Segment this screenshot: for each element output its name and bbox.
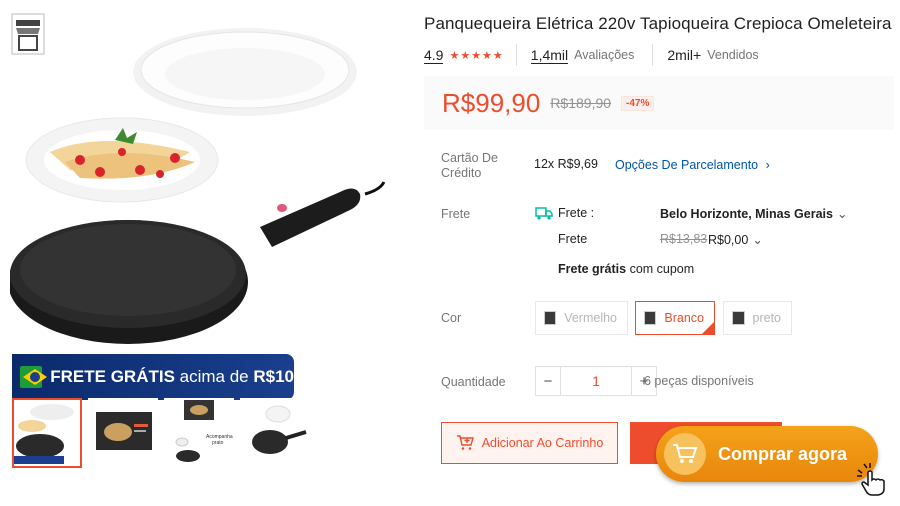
shipping-destination[interactable]: Belo Horizonte, Minas Gerais ⌄ [660, 206, 847, 221]
free-shipping-rest: com cupom [626, 262, 695, 276]
installment-options-link[interactable]: Opções De Parcelamento › [615, 158, 770, 172]
thumbnail-strip: Acompanha prato [12, 398, 310, 468]
sold-count: 2mil+ [667, 47, 702, 63]
buy-now-label: Comprar agora [718, 443, 848, 464]
product-title: Panquequeira Elétrica 220v Tapioqueira C… [424, 14, 892, 33]
quantity-input[interactable]: 1 [561, 366, 631, 396]
installment-value: 12x R$9,69 [534, 157, 598, 171]
stock-available: 6 peças disponíveis [644, 374, 754, 388]
quantity-label: Quantidade [441, 375, 506, 389]
shipping-new-cost-value: R$0,00 [708, 233, 749, 247]
rating-value[interactable]: 4.9 [424, 47, 444, 64]
thumbnail-1[interactable] [12, 398, 82, 468]
shipping-old-cost: R$13,83 [660, 232, 708, 246]
rating-stars-icon: ★★★★★ [449, 49, 504, 62]
quantity-decrease-button[interactable]: − [535, 366, 561, 396]
shipping-cost-label: Frete [558, 232, 588, 246]
color-option-branco[interactable]: Branco [635, 301, 715, 335]
color-option-vermelho[interactable]: Vermelho [535, 301, 628, 335]
original-price: R$189,90 [550, 95, 612, 111]
reviews-label: Avaliações [574, 48, 635, 62]
cart-icon [664, 433, 706, 475]
banner-light: acima de [174, 367, 254, 386]
stats-divider-2 [652, 44, 654, 66]
shipping-new-cost[interactable]: R$0,00 ⌄ [708, 232, 763, 247]
installment-options-label: Opções De Parcelamento [615, 158, 759, 172]
shipping-to-label: Frete : [558, 206, 595, 220]
banner-value: R$10 [253, 367, 294, 386]
credit-label: Cartão De Crédito [441, 151, 498, 180]
color-label: Cor [441, 311, 462, 325]
stats-divider [515, 44, 517, 66]
buy-now-button[interactable]: Comprar agora [656, 426, 878, 482]
reviews-count[interactable]: 1,4mil [530, 47, 569, 64]
truck-icon [535, 207, 553, 220]
variant-label: Branco [664, 311, 704, 325]
free-shipping-banner: FRETE GRÁTIS acima de R$10 [12, 354, 294, 400]
variant-thumb-icon [544, 311, 557, 325]
quantity-stepper: − 1 + [535, 366, 657, 396]
chevron-down-icon: ⌄ [752, 233, 763, 247]
product-main-image[interactable]: FRETE GRÁTIS acima de R$10 [10, 12, 392, 400]
svg-text:prato: prato [212, 440, 224, 446]
free-shipping-coupon-note: Frete grátis com cupom [558, 262, 694, 276]
chevron-right-icon: › [765, 158, 770, 172]
variant-thumb-icon [732, 311, 745, 325]
banner-bold: FRETE GRÁTIS [50, 367, 175, 386]
variant-label: preto [752, 311, 782, 325]
pointer-hand-icon [857, 463, 885, 496]
free-shipping-banner-text: FRETE GRÁTIS acima de R$10 [50, 367, 294, 387]
add-to-cart-label: Adicionar Ao Carrinho [481, 436, 604, 450]
store-icon [11, 13, 45, 55]
sold-label: Vendidos [707, 48, 759, 62]
variant-label: Vermelho [564, 311, 617, 325]
chevron-down-icon: ⌄ [836, 207, 848, 221]
free-shipping-bold: Frete grátis [558, 262, 627, 276]
thumbnail-2[interactable] [88, 398, 158, 468]
shipping-label: Frete [441, 207, 471, 221]
destination-text: Belo Horizonte, Minas Gerais [660, 207, 833, 221]
product-stats: 4.9 ★★★★★ 1,4mil Avaliações 2mil+ Vendid… [424, 44, 777, 66]
variant-thumb-icon [644, 311, 657, 325]
current-price: R$99,90 [442, 87, 541, 118]
thumbnail-4[interactable] [240, 398, 310, 468]
color-option-preto[interactable]: preto [723, 301, 792, 335]
cart-plus-icon [456, 435, 474, 450]
discount-badge: -47% [621, 95, 655, 111]
brazil-flag-icon [20, 366, 43, 388]
thumbnail-3[interactable]: Acompanha prato [164, 398, 234, 468]
price-box: R$99,90 R$189,90 -47% [424, 76, 894, 130]
add-to-cart-button[interactable]: Adicionar Ao Carrinho [441, 422, 618, 464]
